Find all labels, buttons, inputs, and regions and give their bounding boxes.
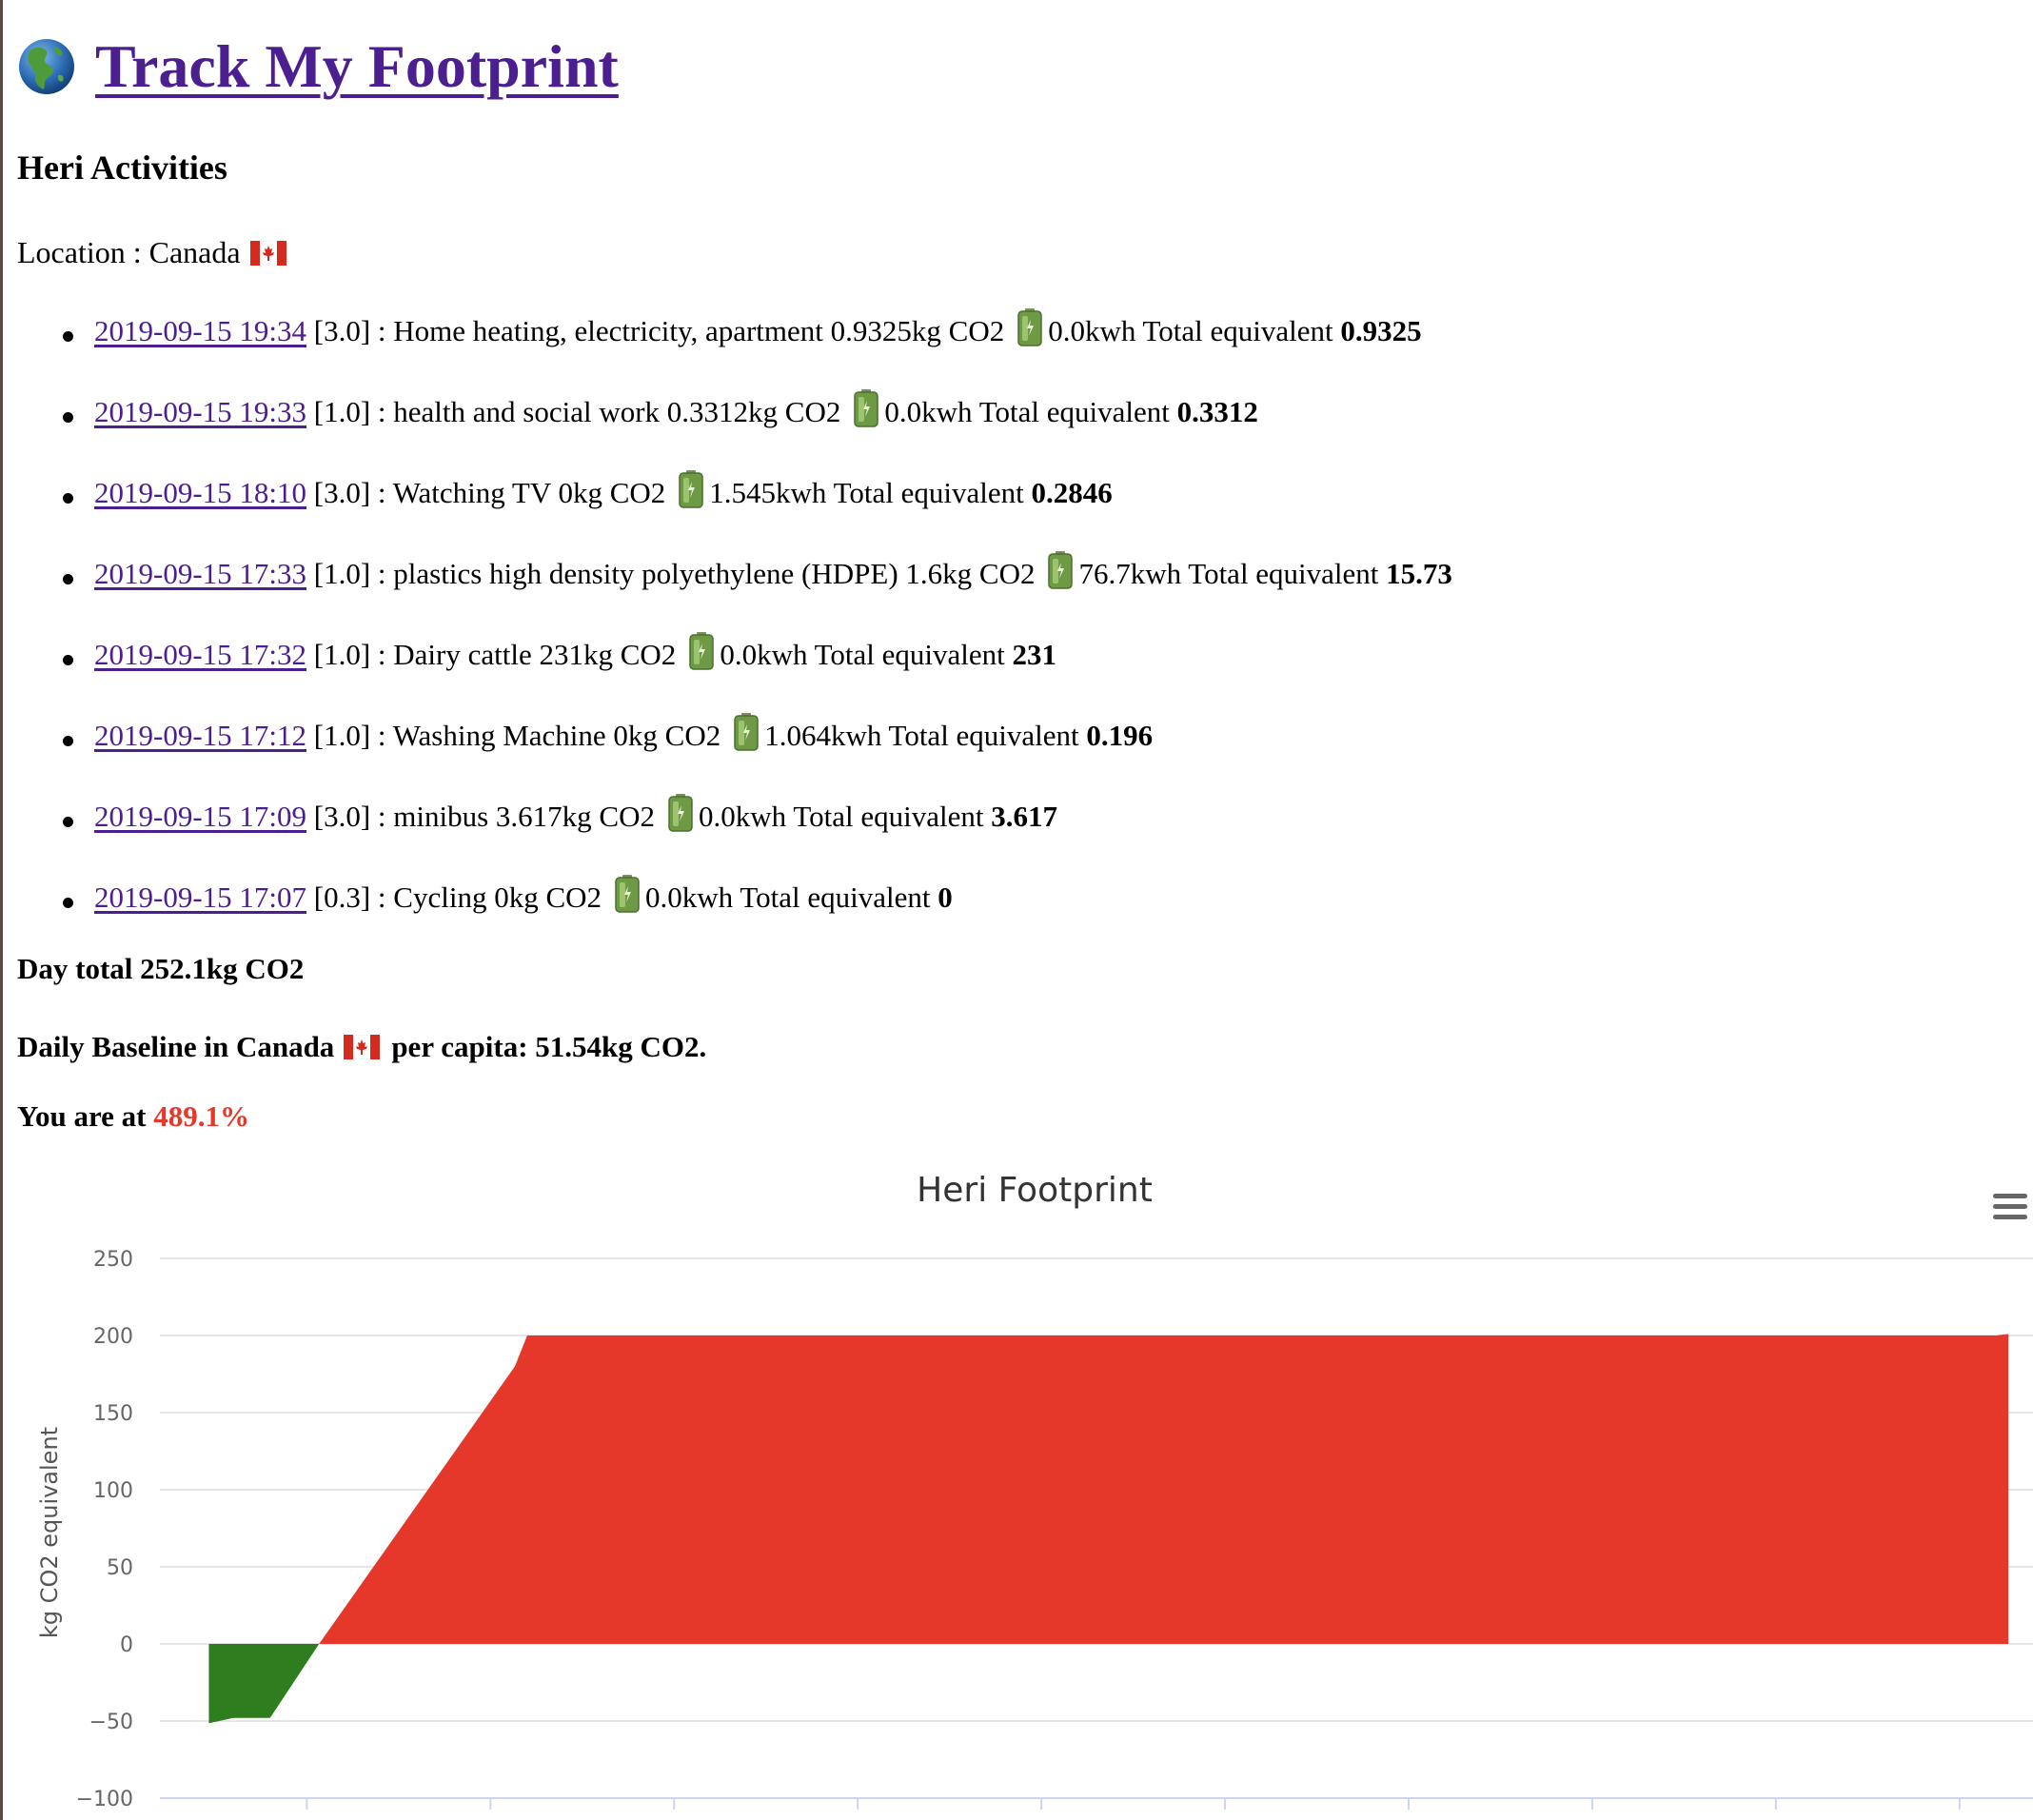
activity-description: : Watching TV 0kg CO2 — [377, 476, 666, 509]
activity-total: 0.9325 — [1340, 314, 1422, 347]
activity-description: : Cycling 0kg CO2 — [377, 880, 602, 914]
activity-total: 0 — [938, 880, 953, 914]
bullet — [63, 817, 73, 827]
activity-item: 2019-09-15 19:34 [3.0] : Home heating, e… — [17, 308, 1452, 395]
activity-quantity: [1.0] — [313, 638, 371, 671]
window-left-edge — [0, 0, 3, 1820]
activity-quantity: [1.0] — [313, 557, 371, 590]
activity-item: 2019-09-15 19:33 [1.0] : health and soci… — [17, 389, 1452, 476]
chart-area-series — [208, 1334, 2009, 1724]
activity-list: 2019-09-15 19:34 [3.0] : Home heating, e… — [17, 308, 1452, 961]
activity-date-link[interactable]: 2019-09-15 17:09 — [94, 800, 306, 834]
activity-quantity: [3.0] — [313, 800, 371, 833]
location-line: Location : Canada — [17, 235, 286, 270]
activity-quantity: [1.0] — [313, 719, 371, 752]
battery-icon — [668, 794, 693, 832]
battery-icon — [679, 470, 704, 508]
activity-energy: 0.0kwh Total equivalent — [645, 880, 931, 914]
you-are-label: You are at — [17, 1099, 147, 1133]
activity-description: : plastics high density polyethylene (HD… — [377, 557, 1036, 590]
activity-total: 0.196 — [1086, 719, 1154, 752]
activity-date-link[interactable]: 2019-09-15 17:12 — [94, 719, 306, 753]
activity-item: 2019-09-15 17:12 [1.0] : Washing Machine… — [17, 713, 1452, 800]
bullet — [63, 898, 73, 908]
location-label: Location : Canada — [17, 235, 241, 269]
site-header: Track My Footprint — [17, 29, 619, 105]
y-tick-label: 100 — [93, 1479, 133, 1503]
bullet — [63, 412, 73, 423]
hamburger-menu-icon[interactable] — [1987, 1186, 2033, 1228]
battery-icon — [734, 713, 759, 751]
percent-of-baseline: You are at 489.1% — [17, 1099, 249, 1134]
activity-item: 2019-09-15 17:09 [3.0] : minibus 3.617kg… — [17, 794, 1452, 880]
y-tick-label: 200 — [93, 1325, 133, 1349]
activity-description: : Dairy cattle 231kg CO2 — [377, 638, 677, 671]
y-tick-label: −50 — [89, 1711, 133, 1734]
battery-icon — [615, 875, 640, 913]
percent-value: 489.1% — [153, 1099, 249, 1133]
baseline-prefix: Daily Baseline in Canada — [17, 1030, 335, 1063]
activity-date-link[interactable]: 2019-09-15 17:07 — [94, 880, 306, 915]
chart-y-axis-label: kg CO2 equivalent — [36, 1427, 63, 1638]
y-tick-label: 150 — [93, 1402, 133, 1426]
area-below-zero — [208, 1644, 320, 1724]
battery-icon — [854, 389, 879, 427]
area-above-zero — [319, 1334, 2009, 1644]
bullet — [63, 493, 73, 504]
globe-americas-icon — [19, 39, 74, 94]
activity-item: 2019-09-15 18:10 [3.0] : Watching TV 0kg… — [17, 470, 1452, 557]
activity-quantity: [3.0] — [313, 314, 371, 347]
chart-svg: 250200150100500−50−10017:1517:3017:4518:… — [36, 1171, 2033, 1820]
activity-description: : Washing Machine 0kg CO2 — [377, 719, 721, 752]
bullet — [63, 655, 73, 665]
y-tick-label: −100 — [76, 1788, 133, 1811]
activity-quantity: [3.0] — [313, 476, 371, 509]
activity-date-link[interactable]: 2019-09-15 18:10 — [94, 476, 306, 510]
activity-date-link[interactable]: 2019-09-15 19:33 — [94, 395, 306, 429]
battery-icon — [1048, 551, 1074, 589]
activity-energy: 0.0kwh Total equivalent — [1048, 314, 1333, 347]
baseline-suffix: per capita: 51.54kg CO2. — [391, 1030, 707, 1063]
bullet — [63, 331, 73, 342]
activity-energy: 0.0kwh Total equivalent — [720, 638, 1005, 671]
activity-energy: 76.7kwh Total equivalent — [1078, 557, 1379, 590]
activity-energy: 1.064kwh Total equivalent — [764, 719, 1079, 752]
activity-total: 231 — [1012, 638, 1057, 671]
footprint-chart: 250200150100500−50−10017:1517:3017:4518:… — [17, 1161, 2033, 1820]
activity-quantity: [1.0] — [313, 395, 371, 428]
activity-item: 2019-09-15 17:07 [0.3] : Cycling 0kg CO2… — [17, 875, 1452, 961]
bullet — [63, 736, 73, 746]
canada-flag-icon — [344, 1035, 381, 1059]
day-total: Day total 252.1kg CO2 — [17, 952, 305, 985]
battery-icon — [1017, 308, 1042, 346]
y-tick-label: 250 — [93, 1248, 133, 1272]
activity-item: 2019-09-15 17:32 [1.0] : Dairy cattle 23… — [17, 632, 1452, 719]
chart-title: Heri Footprint — [917, 1171, 1153, 1210]
daily-baseline: Daily Baseline in Canada per capita: 51.… — [17, 1030, 706, 1064]
activity-date-link[interactable]: 2019-09-15 17:33 — [94, 557, 306, 591]
activity-total: 0.2846 — [1031, 476, 1113, 509]
activity-total: 3.617 — [991, 800, 1057, 833]
y-tick-label: 0 — [120, 1633, 133, 1657]
activity-item: 2019-09-15 17:33 [1.0] : plastics high d… — [17, 551, 1452, 638]
activity-energy: 0.0kwh Total equivalent — [699, 800, 984, 833]
site-title-link[interactable]: Track My Footprint — [95, 31, 619, 102]
canada-flag-icon — [249, 240, 286, 266]
activity-description: : Home heating, electricity, apartment 0… — [377, 314, 1005, 347]
activity-date-link[interactable]: 2019-09-15 19:34 — [94, 314, 306, 348]
activity-energy: 0.0kwh Total equivalent — [884, 395, 1170, 428]
activity-total: 15.73 — [1386, 557, 1452, 590]
y-tick-label: 50 — [107, 1556, 133, 1580]
activity-energy: 1.545kwh Total equivalent — [709, 476, 1024, 509]
activity-total: 0.3312 — [1176, 395, 1258, 428]
activity-quantity: [0.3] — [313, 880, 371, 914]
bullet — [63, 574, 73, 584]
activities-heading: Heri Activities — [17, 148, 227, 187]
battery-icon — [689, 632, 715, 670]
activity-description: : health and social work 0.3312kg CO2 — [377, 395, 841, 428]
activity-description: : minibus 3.617kg CO2 — [377, 800, 656, 833]
activity-date-link[interactable]: 2019-09-15 17:32 — [94, 638, 306, 672]
